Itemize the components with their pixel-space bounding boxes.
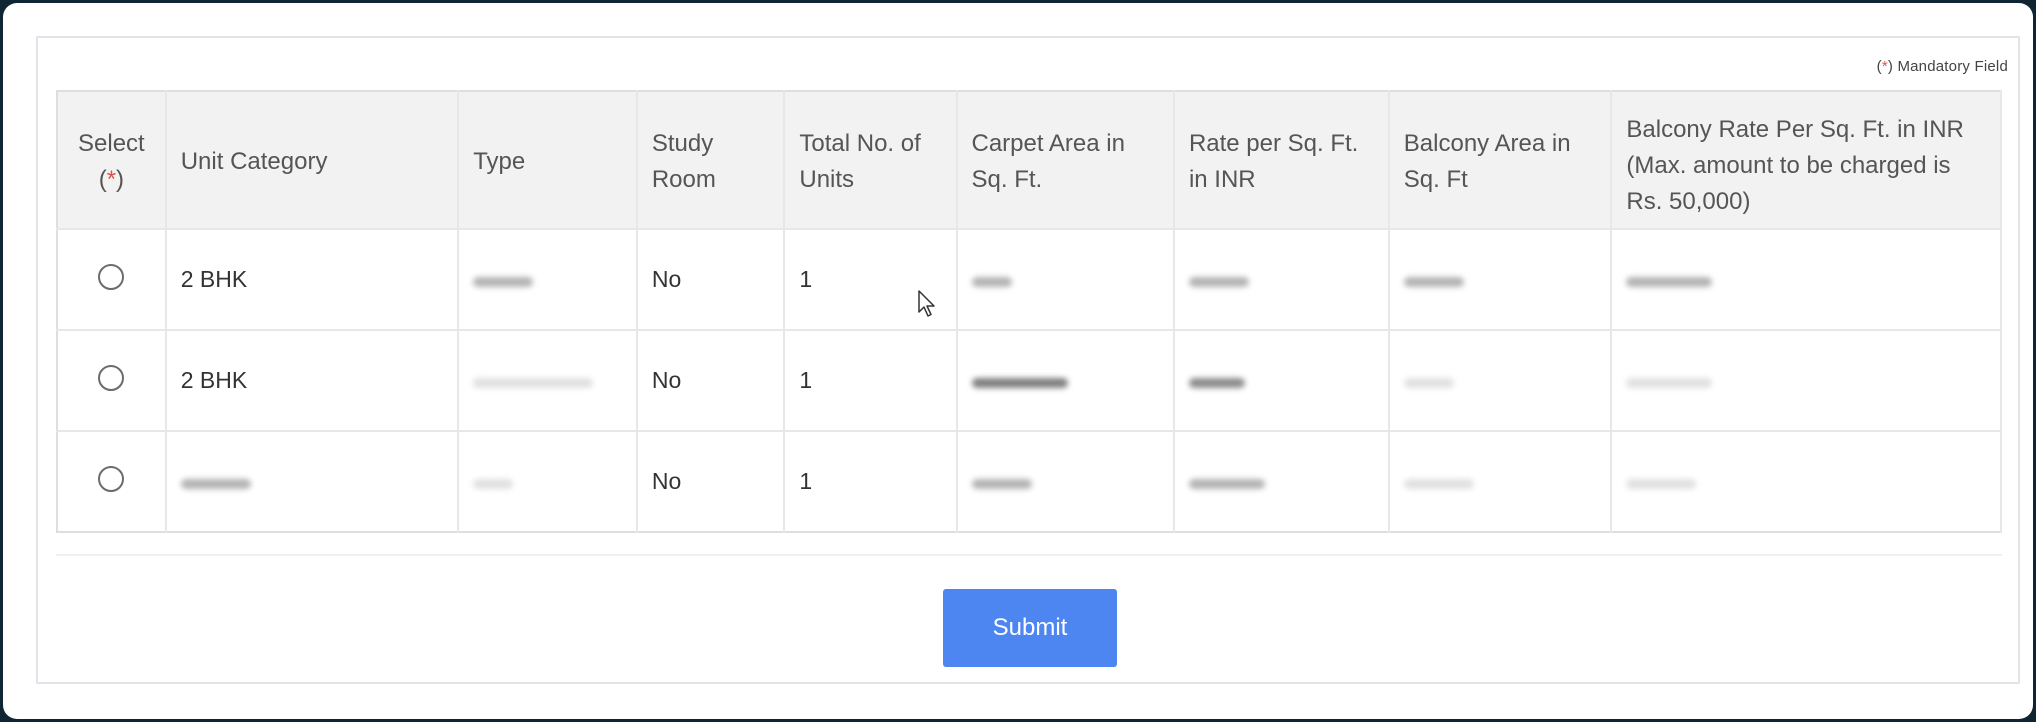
- unit-table: Select (*) Unit Category Type Study Room…: [56, 90, 2002, 533]
- redacted-value: [1626, 378, 1713, 388]
- header-unit-category: Unit Category: [165, 91, 460, 229]
- redacted-value: [971, 277, 1012, 287]
- unit-selection-panel: (*) Mandatory Field Select (*) Unit Cate…: [36, 36, 2020, 684]
- header-type: Type: [458, 91, 638, 229]
- type-cell: [458, 228, 638, 330]
- table-row: 2 BHK No 1: [57, 329, 2002, 431]
- select-mandatory-star: *: [106, 166, 117, 193]
- carpet-area-cell: [956, 430, 1175, 532]
- window-frame: (*) Mandatory Field Select (*) Unit Cate…: [3, 3, 2033, 719]
- unit-category-cell: [165, 430, 460, 532]
- header-study-room: Study Room: [636, 91, 786, 229]
- type-cell: [458, 329, 638, 431]
- select-cell: [57, 228, 167, 330]
- redacted-value: [971, 378, 1068, 388]
- total-units-cell: 1: [784, 430, 958, 532]
- balcony-area-cell: [1388, 329, 1613, 431]
- redacted-value: [1188, 479, 1265, 489]
- carpet-area-cell: [956, 329, 1175, 431]
- redacted-value: [473, 378, 594, 388]
- unit-select-radio[interactable]: [98, 465, 125, 492]
- header-total-units: Total No. of Units: [784, 91, 958, 229]
- unit-select-radio[interactable]: [98, 263, 125, 290]
- carpet-area-cell: [956, 228, 1175, 330]
- redacted-value: [1403, 277, 1464, 287]
- table-row: No 1: [57, 430, 2002, 532]
- submit-button[interactable]: Submit: [943, 589, 1117, 667]
- rate-cell: [1173, 329, 1390, 431]
- total-units-cell: 1: [784, 329, 958, 431]
- study-room-cell: No: [636, 228, 786, 330]
- table-header-row: Select (*) Unit Category Type Study Room…: [57, 91, 2002, 229]
- select-cell: [57, 329, 167, 431]
- unit-select-radio[interactable]: [98, 364, 125, 391]
- table-row: 2 BHK No 1: [57, 228, 2002, 330]
- rate-cell: [1173, 228, 1390, 330]
- rate-cell: [1173, 430, 1390, 532]
- redacted-value: [1403, 479, 1474, 489]
- form-divider: [56, 554, 2002, 556]
- balcony-area-cell: [1388, 430, 1613, 532]
- balcony-area-cell: [1388, 228, 1613, 330]
- header-balcony-area: Balcony Area in Sq. Ft: [1388, 91, 1613, 229]
- study-room-cell: No: [636, 329, 786, 431]
- balcony-rate-cell: [1611, 228, 2002, 330]
- balcony-rate-cell: [1611, 430, 2002, 532]
- unit-category-cell: 2 BHK: [165, 329, 460, 431]
- redacted-value: [473, 277, 534, 287]
- redacted-value: [1403, 378, 1454, 388]
- mandatory-field-label: Mandatory Field: [1897, 58, 2008, 75]
- unit-category-cell: 2 BHK: [165, 228, 460, 330]
- study-room-cell: No: [636, 430, 786, 532]
- mandatory-field-note: (*) Mandatory Field: [1876, 58, 2008, 75]
- redacted-value: [473, 479, 514, 489]
- select-cell: [57, 430, 167, 532]
- type-cell: [458, 430, 638, 532]
- header-select: Select (*): [57, 91, 167, 229]
- header-rate: Rate per Sq. Ft. in INR: [1173, 91, 1390, 229]
- redacted-value: [971, 479, 1032, 489]
- balcony-rate-cell: [1611, 329, 2002, 431]
- header-balcony-rate: Balcony Rate Per Sq. Ft. in INR (Max. am…: [1611, 91, 2002, 229]
- mouse-cursor-icon: [918, 290, 935, 317]
- header-carpet-area: Carpet Area in Sq. Ft.: [956, 91, 1175, 229]
- redacted-value: [1626, 479, 1697, 489]
- redacted-value: [1188, 277, 1249, 287]
- redacted-value: [1188, 378, 1245, 388]
- redacted-value: [180, 479, 251, 489]
- redacted-value: [1626, 277, 1713, 287]
